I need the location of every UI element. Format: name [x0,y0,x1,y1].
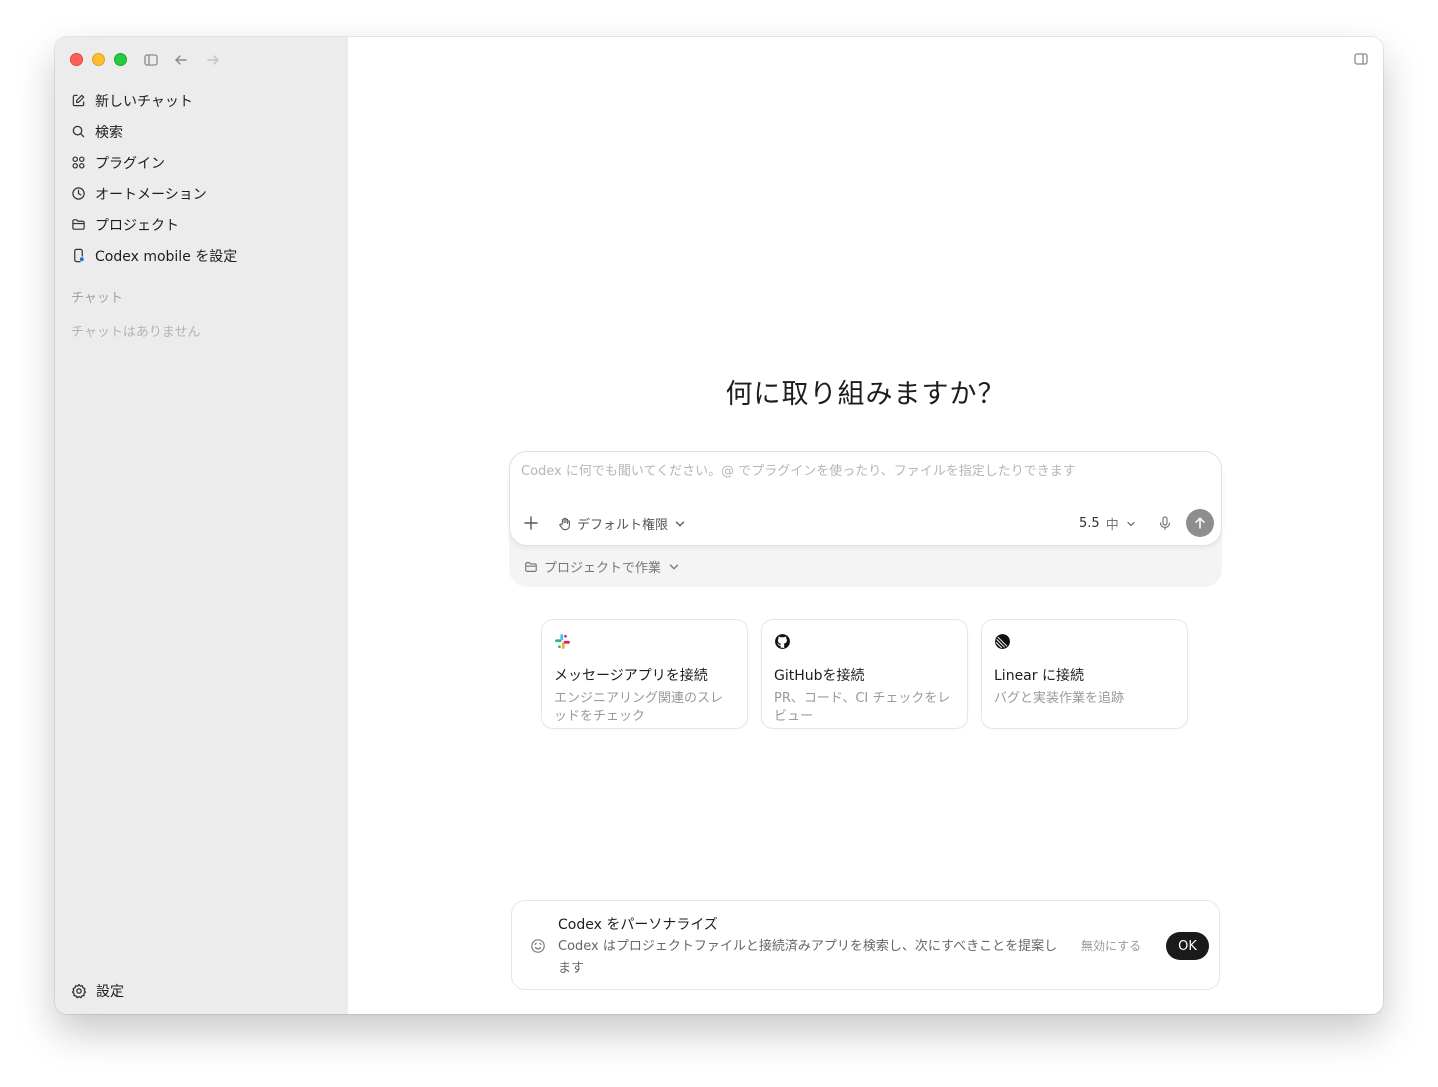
connect-linear-card[interactable]: Linear に接続 バグと実装作業を追跡 [981,619,1188,729]
model-dropdown[interactable]: 5.5 中 [1079,514,1137,533]
plugins-icon [72,156,85,169]
sidebar-item-search[interactable]: 検索 [69,116,334,147]
connect-github-card[interactable]: GitHubを接続 PR、コード、CI チェックをレビュー [761,619,968,729]
folder-icon [525,561,537,572]
no-chats-label: チャットはありません [71,325,201,340]
settings-label: 設定 [96,984,124,1000]
card-title: GitHubを接続 [774,668,865,684]
permission-dropdown[interactable]: デフォルト権限 [558,514,687,533]
page-title: 何に取り組みますか？ [725,379,1006,410]
project-label: プロジェクトで作業 [544,561,662,576]
send-button[interactable] [1186,509,1214,537]
personalize-icon [531,939,545,953]
personalize-banner: Codex をパーソナライズ Codex はプロジェクトファイルと接続済みアプリ… [511,900,1220,990]
card-description: PR、コード、CI チェックをレビュー [774,691,951,724]
sidebar-item-new-chat[interactable]: 新しいチャット [69,85,334,116]
composer: デフォルト権限 5.5 中 [509,451,1222,546]
composer-container: デフォルト権限 5.5 中 プロジェクトで作業 [509,451,1222,587]
back-arrow-icon[interactable] [172,51,190,69]
sidebar-item-label: プロジェクト [95,217,179,234]
window-controls [70,53,127,66]
chevron-down-icon [675,521,685,527]
github-icon [775,634,790,649]
chevron-down-icon [669,564,679,570]
banner-title: Codex をパーソナライズ [558,917,718,933]
settings-button[interactable]: 設定 [71,981,124,1001]
compose-icon [72,94,85,107]
sidebar-item-label: オートメーション [95,186,207,203]
chats-section-label: チャット [71,291,123,306]
close-window-button[interactable] [70,53,83,66]
prompt-input[interactable] [521,464,1201,479]
sidebar-item-label: 検索 [95,124,123,141]
linear-icon [995,634,1010,649]
minimize-window-button[interactable] [92,53,105,66]
disable-button[interactable]: 無効にする [1081,937,1141,954]
sidebar: 新しいチャット 検索 プラグイン オートメーション プロジェクト Codex m… [55,37,348,1014]
banner-text: Codex はプロジェクトファイルと接続済みアプリを検索し、次にすべきことを提案… [558,939,1058,976]
card-title: Linear に接続 [994,668,1084,684]
sidebar-item-plugins[interactable]: プラグイン [69,147,334,178]
model-label: 5.5 [1079,516,1100,531]
main-area: 何に取り組みますか？ デフォルト権限 5.5 中 [348,37,1383,1014]
card-description: エンジニアリング関連のスレッドをチェック [554,691,724,724]
clock-icon [72,187,85,200]
add-attachment-button[interactable] [523,515,539,531]
sidebar-item-codex-mobile[interactable]: Codex mobile を設定 [69,240,334,271]
sidebar-item-automation[interactable]: オートメーション [69,178,334,209]
sidebar-item-label: Codex mobile を設定 [95,248,238,265]
connector-cards: メッセージアプリを接続 エンジニアリング関連のスレッドをチェック GitHubを… [541,619,1188,729]
permission-label: デフォルト権限 [577,518,669,533]
slack-icon [555,634,570,649]
sidebar-item-label: プラグイン [95,155,165,172]
mobile-icon [74,248,85,263]
plus-icon [524,516,538,530]
project-dropdown[interactable]: プロジェクトで作業 [524,557,681,576]
hand-icon [559,517,570,530]
sidebar-item-projects[interactable]: プロジェクト [69,209,334,240]
microphone-button[interactable] [1157,515,1173,531]
card-title: メッセージアプリを接続 [554,668,708,684]
gear-icon [71,983,87,999]
search-icon [72,125,85,138]
sidebar-toggle-icon[interactable] [142,51,160,69]
card-description: バグと実装作業を追跡 [994,691,1125,706]
ok-button[interactable]: OK [1166,932,1209,960]
right-panel-toggle-icon[interactable] [1353,51,1369,67]
sidebar-item-label: 新しいチャット [95,93,193,110]
connect-messaging-card[interactable]: メッセージアプリを接続 エンジニアリング関連のスレッドをチェック [541,619,748,729]
microphone-icon [1159,516,1171,531]
arrow-up-icon [1195,517,1205,529]
forward-arrow-icon[interactable] [204,51,222,69]
effort-label: 中 [1105,518,1119,533]
folder-icon [72,219,85,230]
sidebar-nav: 新しいチャット 検索 プラグイン オートメーション プロジェクト Codex m… [69,85,334,271]
zoom-window-button[interactable] [114,53,127,66]
app-window: 新しいチャット 検索 プラグイン オートメーション プロジェクト Codex m… [55,37,1383,1014]
chevron-down-icon [1127,521,1135,526]
